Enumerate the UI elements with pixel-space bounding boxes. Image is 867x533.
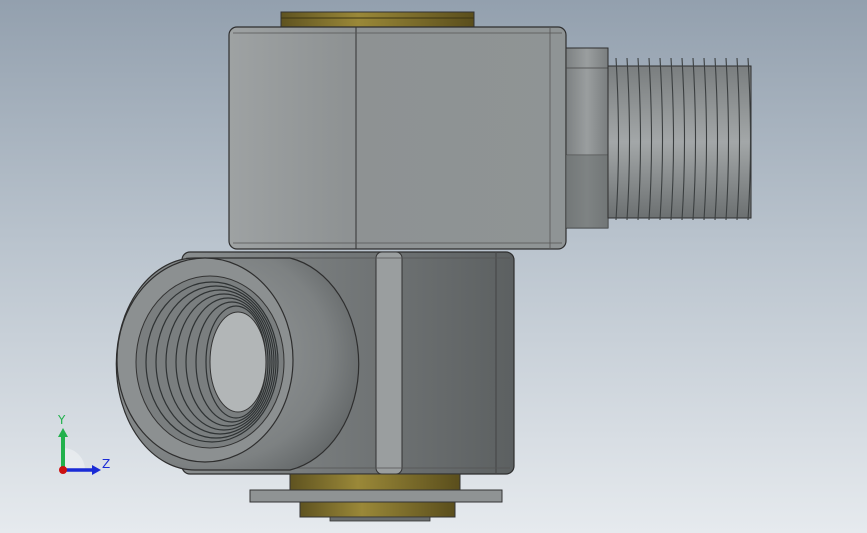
hex-nut[interactable]: [565, 47, 609, 229]
z-axis-label: Z: [102, 457, 111, 471]
top-body[interactable]: [228, 26, 567, 250]
model-view[interactable]: [0, 0, 867, 533]
bottom-washer[interactable]: [249, 473, 503, 522]
top-washer[interactable]: [280, 11, 475, 28]
y-axis-label: Y: [58, 413, 66, 427]
coordinate-triad: Y Z: [48, 410, 118, 480]
female-port[interactable]: [115, 257, 360, 471]
male-thread[interactable]: [607, 57, 752, 221]
graphics-viewport[interactable]: Y Z: [0, 0, 867, 533]
